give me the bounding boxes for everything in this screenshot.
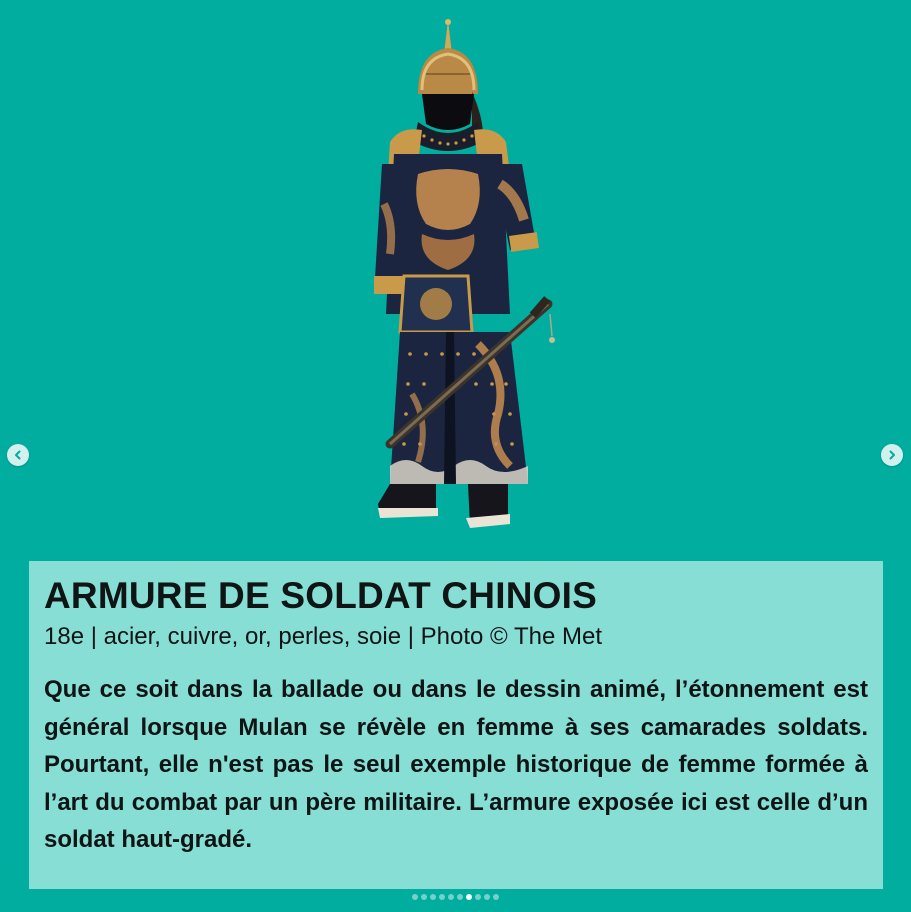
pagination-dot[interactable] [475, 894, 481, 900]
pagination-dot[interactable] [493, 894, 499, 900]
previous-slide-button[interactable] [7, 444, 29, 466]
pagination-dot[interactable] [439, 894, 445, 900]
post-title: ARMURE DE SOLDAT CHINOIS [44, 575, 597, 616]
post-subtitle: 18e | acier, cuivre, or, perles, soie | … [44, 623, 602, 650]
carousel-pagination [412, 894, 499, 900]
pagination-dot[interactable] [484, 894, 490, 900]
next-slide-button[interactable] [881, 444, 903, 466]
pagination-dot[interactable] [421, 894, 427, 900]
chevron-right-icon [889, 450, 895, 460]
pagination-dot[interactable] [412, 894, 418, 900]
pagination-dot[interactable] [457, 894, 463, 900]
pagination-dot[interactable] [448, 894, 454, 900]
pagination-dot-active[interactable] [466, 894, 472, 900]
armor-image [374, 19, 555, 528]
carousel-slide: ARMURE DE SOLDAT CHINOIS 18e | acier, cu… [0, 0, 911, 912]
chevron-left-icon [15, 450, 21, 460]
post-body: Que ce soit dans la ballade ou dans le d… [44, 676, 868, 853]
caption-card: ARMURE DE SOLDAT CHINOIS 18e | acier, cu… [29, 561, 883, 889]
pagination-dot[interactable] [430, 894, 436, 900]
